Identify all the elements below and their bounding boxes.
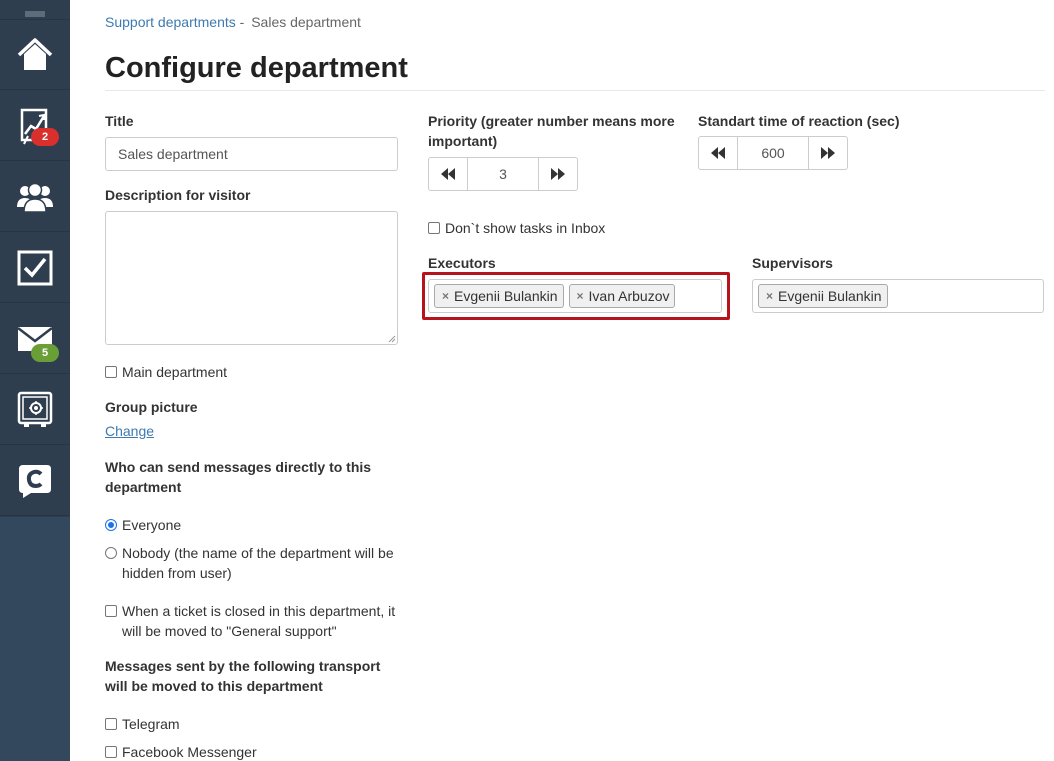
radio-nobody-dot[interactable] [105,547,117,559]
supervisors-select[interactable]: × Evgenii Bulankin [752,279,1044,313]
double-left-arrow-icon [711,147,725,159]
partial-icon [25,11,45,17]
radio-everyone-dot[interactable] [105,519,117,531]
supervisor-tag: × Evgenii Bulankin [758,284,888,308]
stats-badge: 2 [31,128,59,146]
telegram-box[interactable] [105,718,117,730]
double-right-arrow-icon [821,147,835,159]
priority-decrease-button[interactable] [429,158,468,190]
sidebar: 2 5 [0,0,70,761]
breadcrumb-current: Sales department [251,14,361,30]
telegram-label: Telegram [122,716,180,732]
safe-icon [17,391,53,427]
priority-stepper: 3 [428,157,578,191]
sidebar-item-messages[interactable]: 5 [0,304,70,374]
reaction-time-label: Standart time of reaction (sec) [698,113,900,129]
sidebar-item-tasks[interactable] [0,233,70,303]
breadcrumb: Support departments - Sales department [105,14,361,30]
radio-everyone-label: Everyone [122,517,182,533]
group-picture-label: Group picture [105,399,198,415]
supervisor-tag-label: Evgenii Bulankin [778,288,882,304]
transport-facebook-checkbox[interactable]: Facebook Messenger [105,742,257,761]
title-input[interactable]: Sales department [105,137,398,171]
priority-increase-button[interactable] [538,158,577,190]
facebook-box[interactable] [105,746,117,758]
double-right-arrow-icon [551,168,565,180]
main-department-checkbox[interactable]: Main department [105,362,227,382]
sidebar-item-safe[interactable] [0,375,70,445]
sidebar-item-home[interactable] [0,20,70,90]
executor-tag-label: Evgenii Bulankin [454,288,558,304]
radio-nobody[interactable]: Nobody (the name of the department will … [105,543,397,583]
tasks-icon [17,250,53,285]
reaction-time-stepper: 600 [698,136,848,170]
dont-show-inbox-label: Don`t show tasks in Inbox [445,220,606,236]
priority-value[interactable]: 3 [468,158,538,190]
sidebar-item-chat[interactable] [0,446,70,516]
ticket-closed-checkbox[interactable]: When a ticket is closed in this departme… [105,601,397,641]
sidebar-item-top[interactable] [0,0,70,20]
description-label: Description for visitor [105,187,251,203]
radio-everyone[interactable]: Everyone [105,515,181,535]
users-icon [17,182,53,213]
who-can-send-label: Who can send messages directly to this d… [105,459,372,495]
radio-nobody-label: Nobody (the name of the department will … [122,545,394,581]
priority-label: Priority (greater number means more impo… [428,113,675,149]
main-department-label: Main department [122,364,228,380]
sidebar-item-stats[interactable]: 2 [0,91,70,161]
breadcrumb-separator: - [239,14,245,30]
transport-label: Messages sent by the following transport… [105,658,381,694]
dont-show-inbox-box[interactable] [428,222,440,234]
transport-telegram-checkbox[interactable]: Telegram [105,714,180,734]
title-label: Title [105,113,134,129]
resize-grip-icon[interactable] [388,335,396,343]
executor-tag-label: Ivan Arbuzov [588,288,670,304]
dont-show-inbox-checkbox[interactable]: Don`t show tasks in Inbox [428,218,605,238]
remove-tag-icon[interactable]: × [766,289,773,303]
double-left-arrow-icon [441,168,455,180]
remove-tag-icon[interactable]: × [577,289,584,303]
home-icon [17,37,53,70]
sidebar-item-users[interactable] [0,162,70,232]
chat-logo-icon [19,464,51,498]
group-picture-change-link[interactable]: Change [105,423,154,439]
remove-tag-icon[interactable]: × [442,289,449,303]
executors-label: Executors [428,255,496,271]
sidebar-empty-area [0,517,70,761]
messages-badge: 5 [31,344,59,362]
title-divider [105,90,1045,91]
executor-tag: × Ivan Arbuzov [568,284,676,308]
executors-select[interactable]: × Evgenii Bulankin × Ivan Arbuzov [428,279,722,313]
reaction-decrease-button[interactable] [699,137,738,169]
supervisors-label: Supervisors [752,255,833,271]
ticket-closed-box[interactable] [105,605,117,617]
description-textarea[interactable] [105,211,398,345]
breadcrumb-parent-link[interactable]: Support departments [105,14,236,30]
facebook-label: Facebook Messenger [122,744,257,760]
reaction-increase-button[interactable] [808,137,847,169]
ticket-closed-label: When a ticket is closed in this departme… [122,603,396,639]
reaction-time-value[interactable]: 600 [738,137,808,169]
main-department-box[interactable] [105,366,117,378]
page-title: Configure department [105,52,408,84]
executor-tag: × Evgenii Bulankin [434,284,564,308]
